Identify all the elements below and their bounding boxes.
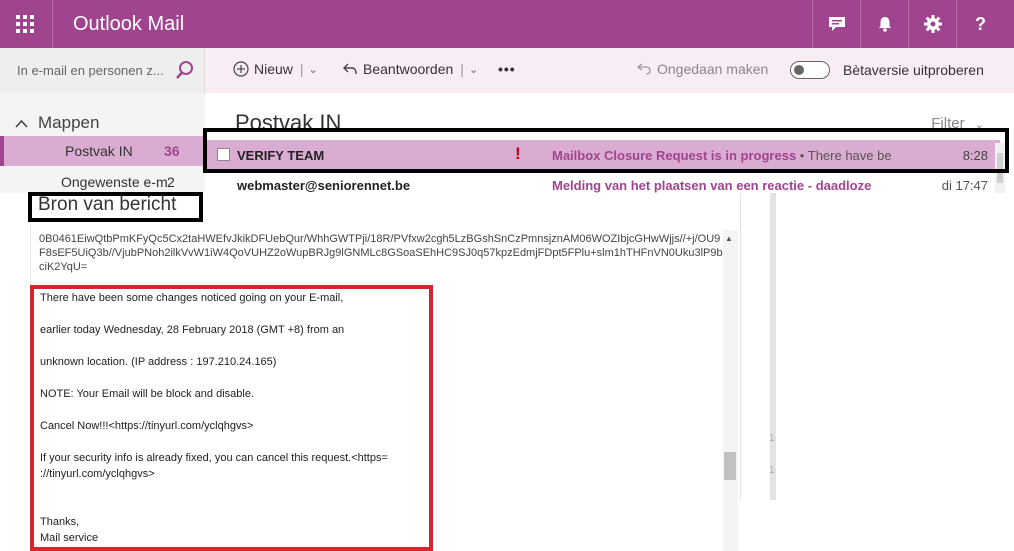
reply-label: Beantwoorden xyxy=(363,61,454,77)
beta-toggle[interactable]: Bètaversie uitproberen xyxy=(790,61,984,79)
message-time: di 17:47 xyxy=(941,178,988,193)
undo-label: Ongedaan maken xyxy=(657,61,769,77)
new-button[interactable]: Nieuw | ⌄ xyxy=(233,61,318,77)
command-bar: Nieuw | ⌄ Beantwoorden | ⌄ ••• Ongedaan ma… xyxy=(205,48,1014,93)
folders-heading-label: Mappen xyxy=(38,113,100,132)
panel-edge xyxy=(770,193,776,500)
source-scrollbar[interactable]: ▲ xyxy=(723,230,738,551)
beta-label: Bètaversie uitproberen xyxy=(843,62,984,78)
outlook-window: Outlook Mail ? In e-mail en personen z..… xyxy=(0,0,1014,551)
message-row[interactable]: webmaster@seniorennet.be Melding van het… xyxy=(205,170,1000,200)
app-launcher-button[interactable] xyxy=(0,0,50,48)
chevron-down-icon[interactable]: ⌄ xyxy=(309,63,318,76)
top-bar: Outlook Mail ? xyxy=(0,0,1014,48)
folder-item-inbox[interactable]: Postvak IN 36 xyxy=(0,136,205,166)
scrollbar-thumb[interactable] xyxy=(724,452,736,480)
side-panel-edge: 1 1 xyxy=(740,193,776,500)
side-glyph: 1 xyxy=(769,465,775,476)
chevron-down-icon[interactable]: ⌄ xyxy=(469,63,478,76)
chat-button[interactable] xyxy=(812,0,860,48)
toggle-switch[interactable] xyxy=(790,61,830,79)
folder-label: Ongewenste e-m xyxy=(61,174,168,190)
plus-circle-icon xyxy=(233,61,249,77)
search-input[interactable]: In e-mail en personen z... xyxy=(17,63,172,78)
waffle-icon xyxy=(16,15,34,33)
folder-pane: Mappen Postvak IN 36 Ongewenste e-m 2 xyxy=(0,93,205,193)
help-button[interactable]: ? xyxy=(956,0,1004,48)
more-button[interactable]: ••• xyxy=(498,61,516,77)
search-box[interactable]: In e-mail en personen z... xyxy=(0,48,205,93)
highlight-box xyxy=(203,128,1009,173)
undo-icon xyxy=(637,63,651,75)
folder-label: Postvak IN xyxy=(65,143,133,159)
encoded-content: 0B0461EiwQtbPmKFyQc5Cx2taHWEfvJkikDFUebQ… xyxy=(39,233,723,273)
top-icons: ? xyxy=(812,0,1004,48)
gear-icon xyxy=(923,15,942,33)
undo-button[interactable]: Ongedaan maken xyxy=(637,61,768,77)
message-sender: webmaster@seniorennet.be xyxy=(237,178,411,193)
chevron-up-icon xyxy=(15,119,28,128)
reply-button[interactable]: Beantwoorden | ⌄ xyxy=(342,61,478,77)
side-glyph: 1 xyxy=(769,433,775,444)
message-subject: Melding van het plaatsen van een reactie… xyxy=(552,178,872,193)
search-icon[interactable] xyxy=(175,60,195,80)
highlight-box-red xyxy=(30,285,433,551)
new-label: Nieuw xyxy=(254,61,293,77)
notifications-button[interactable] xyxy=(860,0,908,48)
folders-heading[interactable]: Mappen xyxy=(15,113,99,133)
bell-icon xyxy=(878,17,891,32)
app-title: Outlook Mail xyxy=(52,0,202,48)
folder-count: 2 xyxy=(167,174,175,190)
reply-icon xyxy=(343,63,357,75)
highlight-box xyxy=(28,192,203,222)
scroll-up-icon[interactable]: ▲ xyxy=(725,234,733,243)
folder-count: 36 xyxy=(164,143,180,159)
chat-icon xyxy=(828,17,845,31)
message-subject-line: Melding van het plaatsen van een reactie… xyxy=(552,178,897,193)
settings-button[interactable] xyxy=(908,0,956,48)
help-icon: ? xyxy=(975,13,986,34)
